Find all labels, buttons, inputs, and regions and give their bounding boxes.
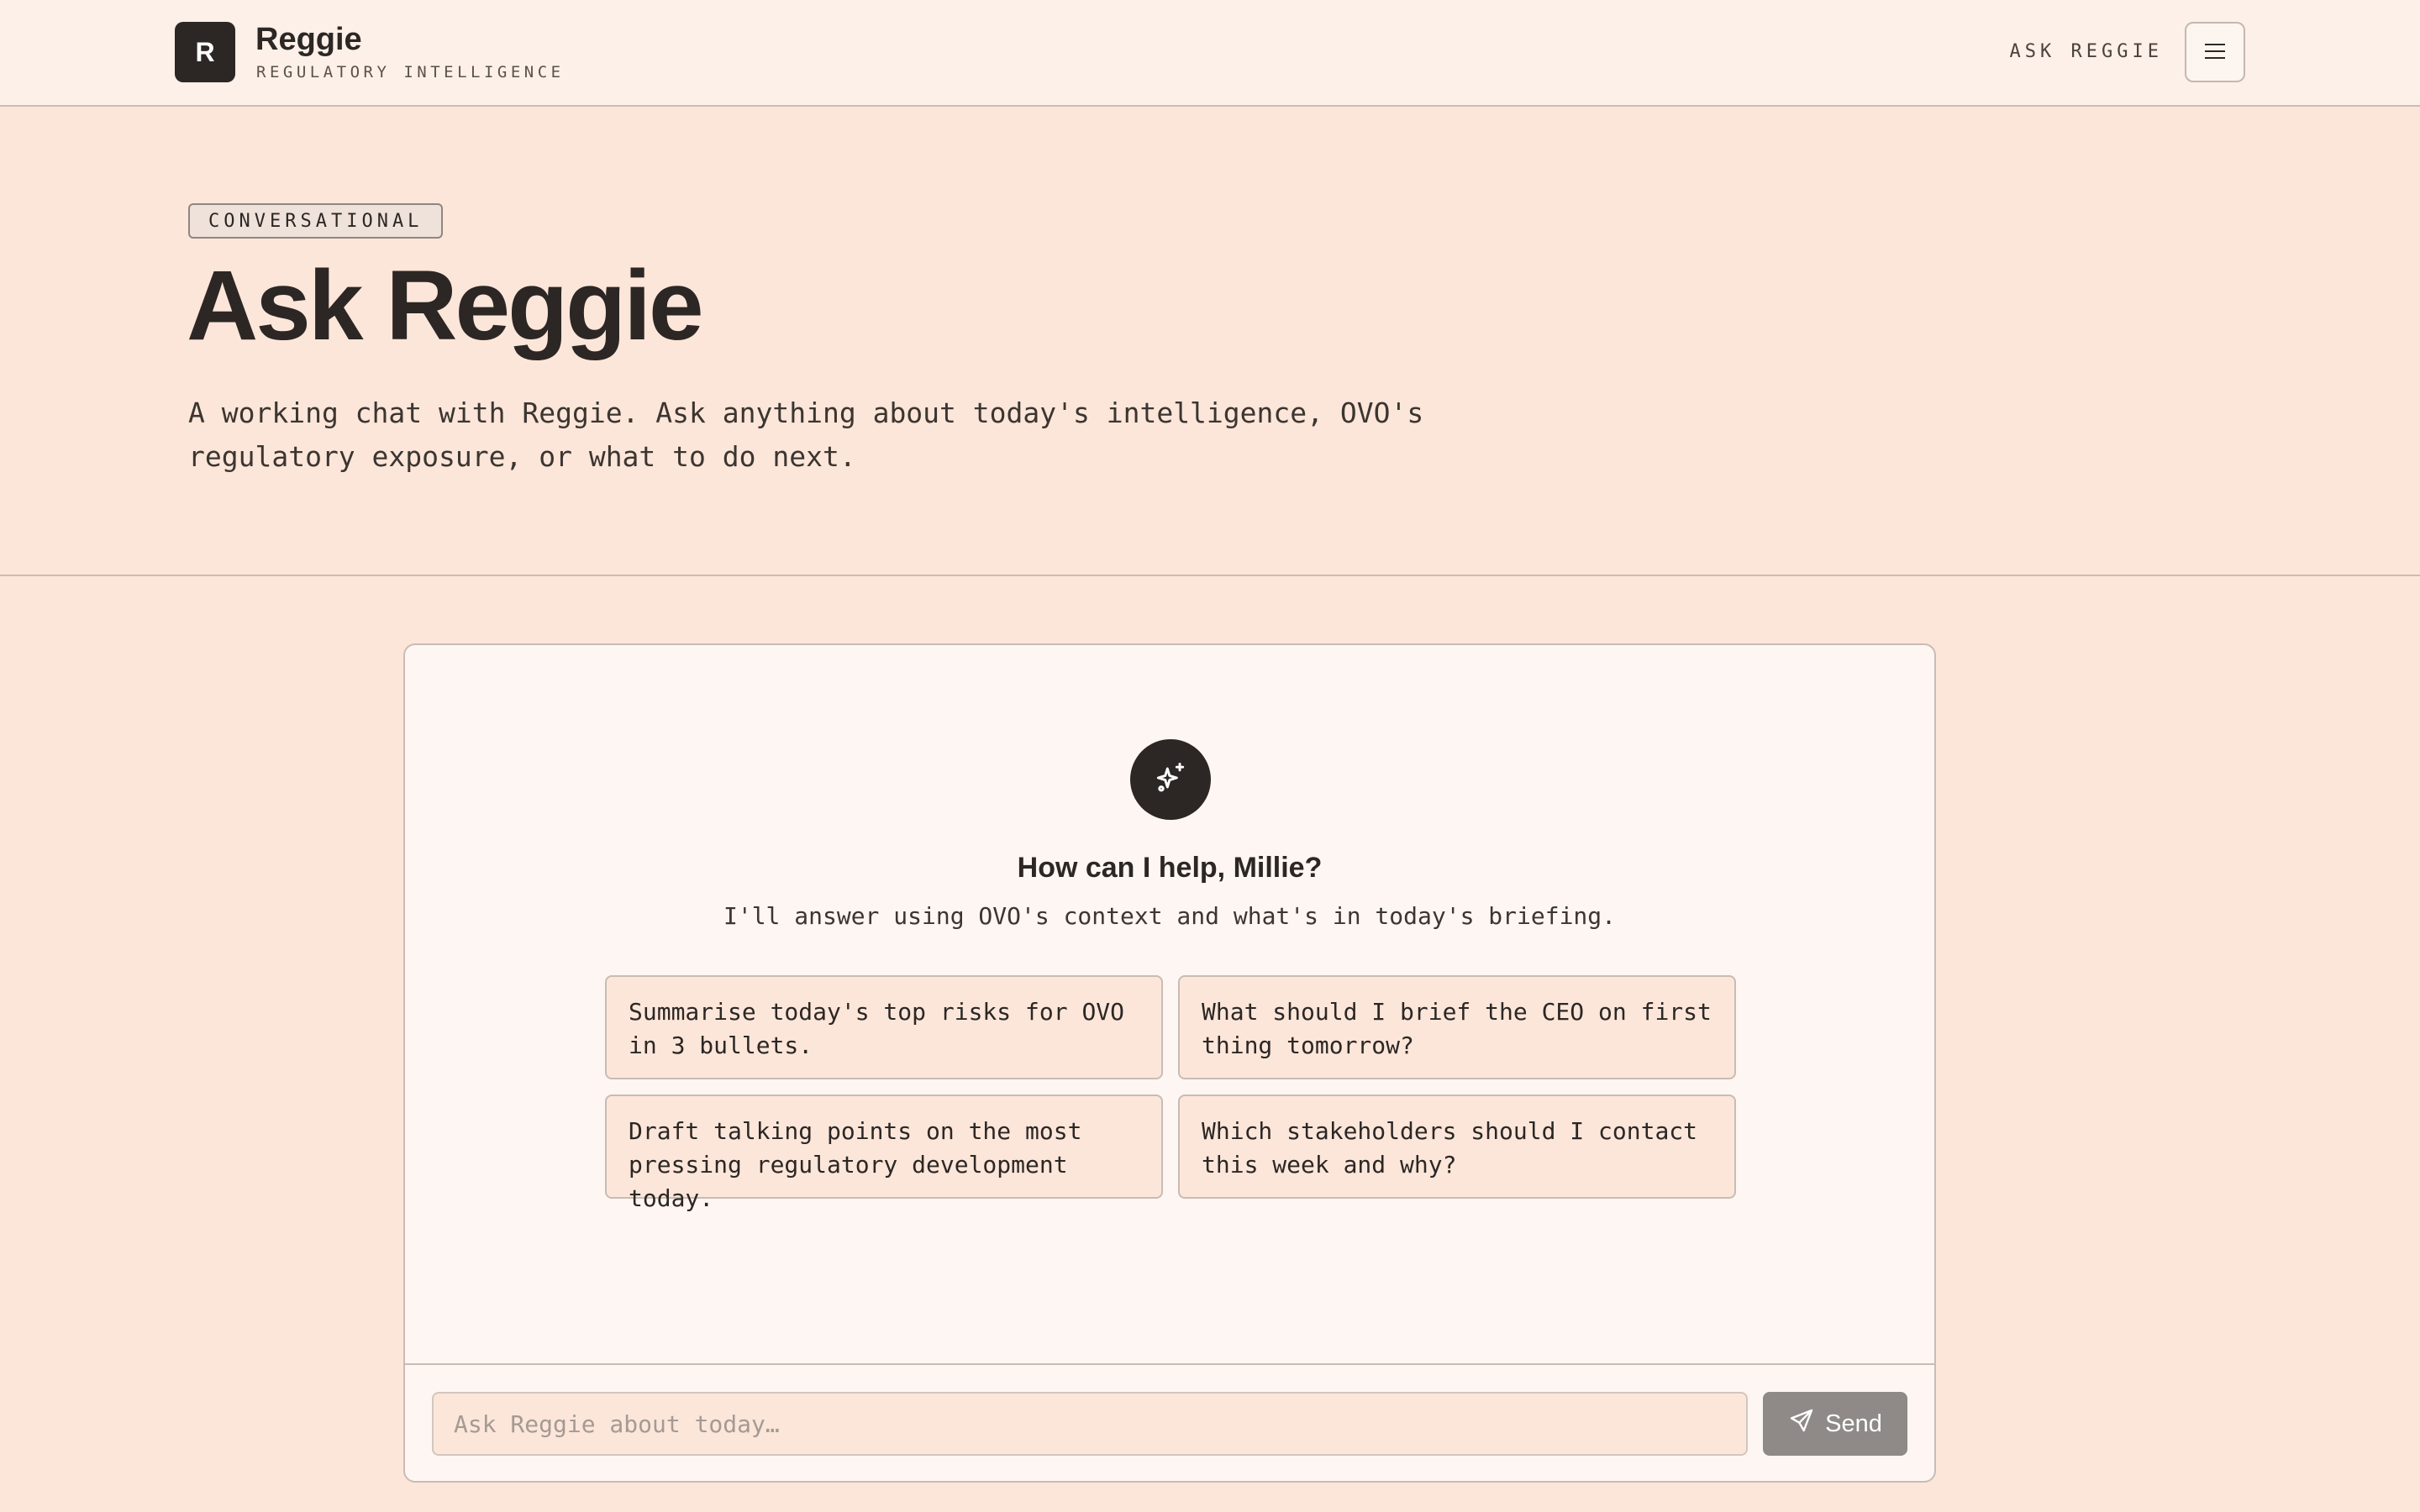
sparkles-icon (1152, 759, 1189, 800)
suggestion-chip[interactable]: Draft talking points on the most pressin… (605, 1095, 1163, 1212)
send-icon (1788, 1407, 1815, 1441)
page-title: Ask Reggie (187, 250, 704, 361)
assistant-avatar (1130, 739, 1211, 820)
chat-panel: How can I help, Millie? I'll answer usin… (403, 643, 1936, 1483)
chat-input[interactable] (432, 1392, 1748, 1456)
nav-link-ask-reggie[interactable]: ASK REGGIE (2010, 41, 2163, 62)
send-label: Send (1825, 1410, 1882, 1437)
menu-button[interactable] (2185, 22, 2245, 82)
hamburger-icon (2204, 42, 2226, 63)
section-tag: CONVERSATIONAL (188, 203, 444, 239)
welcome-subtitle: I'll answer using OVO's context and what… (723, 902, 1617, 930)
message-composer: Send (405, 1363, 1934, 1481)
send-button[interactable]: Send (1763, 1392, 1907, 1456)
suggestion-chip[interactable]: Which stakeholders should I contact this… (1178, 1095, 1736, 1199)
brand-name[interactable]: Reggie (255, 22, 362, 58)
page-description: A working chat with Reggie. Ask anything… (188, 396, 1424, 473)
suggestion-chip[interactable]: What should I brief the CEO on first thi… (1178, 975, 1736, 1079)
brand-logo-letter: R (195, 36, 215, 67)
top-bar: R Reggie REGULATORY INTELLIGENCE ASK REG… (0, 0, 2420, 107)
suggestion-chip[interactable]: Summarise today's top risks for OVO in 3… (605, 975, 1163, 1079)
divider (0, 575, 2420, 576)
suggestion-list: Summarise today's top risks for OVO in 3… (605, 975, 1736, 1212)
brand-subtitle: REGULATORY INTELLIGENCE (256, 63, 565, 81)
welcome-title: How can I help, Millie? (1017, 852, 1323, 884)
brand-logo[interactable]: R (175, 22, 235, 82)
